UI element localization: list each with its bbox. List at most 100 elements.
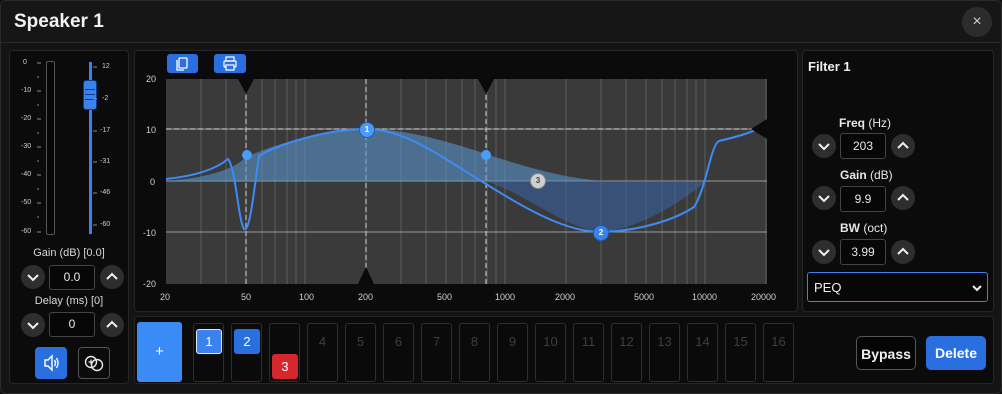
copy-button[interactable] xyxy=(167,54,198,73)
filter-handle[interactable]: 2 xyxy=(593,225,609,241)
eq-graph[interactable] xyxy=(166,79,767,284)
bw-label-name: BW xyxy=(840,221,860,235)
y-tick-label: -10 xyxy=(143,228,157,238)
filter-title: Filter 1 xyxy=(808,59,851,74)
gain-increase-button[interactable] xyxy=(100,265,124,289)
slider-tick: -46 xyxy=(100,189,111,196)
meter-tick: -40 xyxy=(21,171,32,178)
band-slot-11[interactable]: 11 xyxy=(573,323,604,382)
filter-type-select[interactable]: PEQ xyxy=(807,272,988,302)
band-slot-16[interactable]: 16 xyxy=(763,323,794,382)
meter-bar xyxy=(46,61,55,235)
gain-label: Gain (dB) [0.0] xyxy=(33,247,105,259)
band-2-button[interactable]: 2 xyxy=(234,329,260,354)
close-button[interactable]: × xyxy=(962,7,992,37)
meter-tick: -10 xyxy=(21,87,32,94)
chevron-up-icon xyxy=(897,141,909,149)
bypass-button[interactable]: Bypass xyxy=(856,336,916,370)
band-slot-5[interactable]: 5 xyxy=(345,323,376,382)
chevron-up-icon xyxy=(897,193,909,201)
band-slot-10[interactable]: 10 xyxy=(535,323,566,382)
filter-handle[interactable]: 1 xyxy=(359,122,375,138)
band-number: 6 xyxy=(394,334,403,349)
gain-label-unit: (dB) xyxy=(866,168,893,182)
gain-decrease-button[interactable] xyxy=(21,265,45,289)
band-slot-2[interactable]: 2 xyxy=(231,323,262,382)
filter-type-value: PEQ xyxy=(814,280,842,295)
copy-icon xyxy=(176,57,188,71)
y-tick-label: 20 xyxy=(146,74,157,84)
bw-input[interactable]: 3.99 xyxy=(840,239,886,265)
freq-label: Freq (Hz) xyxy=(839,116,891,130)
y-tick-label: 0 xyxy=(150,177,156,187)
band-slot-4[interactable]: 4 xyxy=(307,323,338,382)
chevron-up-icon xyxy=(897,247,909,255)
band-slot-12[interactable]: 12 xyxy=(611,323,642,382)
chevron-down-icon xyxy=(818,249,830,257)
slider-tick: -17 xyxy=(100,127,111,134)
mute-button[interactable] xyxy=(35,347,67,379)
band-slot-9[interactable]: 9 xyxy=(497,323,528,382)
band-slot-1[interactable]: 1 xyxy=(193,323,224,382)
x-tick-label: 10000 xyxy=(692,292,718,302)
band-number: 10 xyxy=(543,334,558,349)
x-tick-label: 5000 xyxy=(634,292,655,302)
bw-increase-button[interactable] xyxy=(891,240,915,264)
band-slot-3[interactable]: 3 xyxy=(269,323,300,382)
filter-handle[interactable]: 3 xyxy=(530,173,546,189)
band-1-button[interactable]: 1 xyxy=(196,329,222,354)
gain-input[interactable]: 0.0 xyxy=(49,265,95,290)
add-band-button[interactable]: + xyxy=(137,322,182,382)
band-number: 7 xyxy=(432,334,441,349)
band-number: 11 xyxy=(581,334,596,349)
meter-tick: -30 xyxy=(21,143,32,150)
window-title: Speaker 1 xyxy=(14,11,104,32)
link-button[interactable] xyxy=(78,347,110,379)
meter-tick: -60 xyxy=(21,228,32,235)
band-slot-14[interactable]: 14 xyxy=(687,323,718,382)
chevron-down-icon xyxy=(818,143,830,151)
delay-label: Delay (ms) [0] xyxy=(34,295,104,307)
delete-button[interactable]: Delete xyxy=(926,336,986,370)
freq-input[interactable]: 203 xyxy=(840,133,886,159)
chevron-up-icon xyxy=(106,272,118,280)
band-slot-7[interactable]: 7 xyxy=(421,323,452,382)
delay-input[interactable]: 0 xyxy=(49,312,95,337)
band-3-button[interactable]: 3 xyxy=(272,354,298,379)
x-tick-label: 200 xyxy=(358,292,374,302)
filter-gain-increase-button[interactable] xyxy=(891,186,915,210)
freq-increase-button[interactable] xyxy=(891,134,915,158)
band-number: 12 xyxy=(619,334,634,349)
x-tick-label: 20 xyxy=(160,292,171,302)
freq-decrease-button[interactable] xyxy=(812,134,836,158)
level-meter: 0 -10 -20 -30 -40 -50 -60 12 -2 -17 -31 … xyxy=(11,56,123,241)
band-number: 13 xyxy=(657,334,672,349)
freq-label-unit: (Hz) xyxy=(865,116,892,130)
bw-decrease-button[interactable] xyxy=(812,240,836,264)
chevron-down-icon xyxy=(27,274,39,282)
filter-gain-input[interactable]: 9.9 xyxy=(840,186,886,212)
y-tick-label: -20 xyxy=(143,279,157,289)
slider-tick: -2 xyxy=(102,95,109,102)
y-tick-label: 10 xyxy=(146,125,157,135)
slider-scale xyxy=(93,66,97,226)
bw-label-unit: (oct) xyxy=(860,221,888,235)
slider-tick: -60 xyxy=(100,221,111,228)
band-slot-15[interactable]: 15 xyxy=(725,323,756,382)
filter-gain-decrease-button[interactable] xyxy=(812,186,836,210)
band-number: 15 xyxy=(733,334,748,349)
band-slot-13[interactable]: 13 xyxy=(649,323,680,382)
x-tick-label: 1000 xyxy=(495,292,516,302)
delay-decrease-button[interactable] xyxy=(21,313,45,337)
meter-tick: 0 xyxy=(23,59,27,66)
print-button[interactable] xyxy=(214,54,246,73)
chevron-down-icon xyxy=(27,322,39,330)
band-number: 9 xyxy=(508,334,517,349)
band-number: 16 xyxy=(771,334,786,349)
band-slot-6[interactable]: 6 xyxy=(383,323,414,382)
chevron-down-icon xyxy=(972,285,982,292)
band-number: 4 xyxy=(318,334,327,349)
band-slot-8[interactable]: 8 xyxy=(459,323,490,382)
delay-increase-button[interactable] xyxy=(100,313,124,337)
x-tick-label: 50 xyxy=(241,292,252,302)
